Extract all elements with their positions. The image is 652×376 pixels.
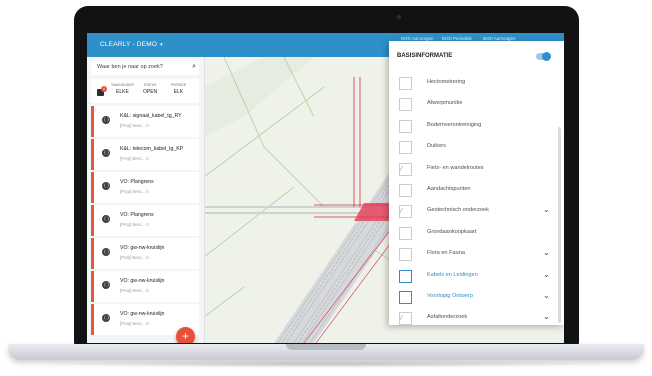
app-screen: CLEARLY - DEMO ▾ BGD Aanvragen BGD Period… [87,33,564,343]
layer-panel: BASISINFORMATIE Hectometrering Afwerpmuni… [389,41,564,328]
layer-label: Flora en Fauna [427,250,465,257]
legend-line-icon: ⁄ [401,315,403,323]
layer-label: Hectometrering [427,79,466,85]
chevron-down-icon[interactable]: ⌄ [543,270,550,279]
item-list: K&L: signaal_kabel_tg_RY [Prop] Besc... 0… [91,106,199,337]
list-item[interactable]: K&L: signaal_kabel_tg_RY [Prop] Besc... 0 [91,106,199,137]
chevron-down-icon[interactable]: ⌄ [543,205,550,214]
search-icon[interactable]: ⌕ [192,63,196,71]
layer-checkbox[interactable]: ⁄ [399,205,412,219]
layer-label: Bodemverontreiniging [427,121,482,128]
layer-label: Aandachtspunten [427,186,471,192]
layer-item[interactable]: ⁄ Fiets- en wandelroutes [399,158,549,179]
layer-label: Fiets- en wandelroutes [427,164,484,171]
filter-icon[interactable]: 0 [97,86,107,96]
camera [397,15,401,19]
filter-bar: 0 TAAKHOUDER ELKE STATUS OPEN PERIODE EL… [91,79,199,103]
layer-label: Grondaankoopkaart [427,228,477,235]
list-item[interactable]: VO: Plangrens [Prop] Besc... 0 [91,172,199,203]
list-item[interactable]: VO: Plangrens [Prop] Besc... 0 [91,205,199,236]
list-item[interactable]: K&L: telecom_kabel_tg_KP [Prop] Besc... 0 [91,139,199,170]
layer-item[interactable]: Afwerpmunitie [399,93,549,114]
laptop-notch [286,344,366,350]
layer-checkbox[interactable] [399,226,412,240]
globe-icon [102,314,110,322]
layer-label: Kabels en Leidingen [427,271,478,278]
layer-label: Afwerpmunitie [427,100,463,107]
globe-icon [102,215,110,223]
scrollbar[interactable] [558,127,561,323]
add-item-button[interactable]: + [176,327,195,343]
layer-item[interactable]: ⁄ Geotechnisch onderzoek ⌄ [399,200,550,221]
app-title[interactable]: CLEARLY - DEMO ▾ [100,41,163,48]
layer-item[interactable]: Kabels en Leidingen ⌄ [399,265,550,286]
layer-checkbox[interactable] [399,141,412,155]
list-item[interactable]: VO: gw-nw-kruislijn [Prop] Besc... 0 [91,271,199,302]
layer-checkbox[interactable]: ⁄ [399,312,412,326]
search-placeholder: Waar ben je naar op zoek? [97,64,163,70]
layer-checkbox[interactable] [399,98,412,112]
chevron-down-icon[interactable]: ⌄ [543,312,550,321]
globe-icon [102,182,110,190]
globe-icon [102,116,110,124]
layer-checkbox[interactable] [399,184,412,197]
layer-panel-title: BASISINFORMATIE [397,53,453,59]
legend-line-icon: ⁄ [401,208,403,216]
filter-status[interactable]: STATUS OPEN [143,83,157,95]
basisinformatie-toggle[interactable] [536,52,551,61]
layer-item[interactable]: Bodemverontreiniging [399,115,549,136]
layer-checkbox[interactable] [399,269,412,283]
layer-label: Duikers [427,143,446,150]
layer-checkbox[interactable] [399,77,412,90]
layer-item[interactable]: ⁄ Asfaltonderzoek ⌄ [399,307,550,328]
list-item[interactable]: VO: gw-nw-kruislijn [Prop] Besc... 0 [91,238,199,269]
layer-checkbox[interactable] [399,119,412,133]
layer-checkbox[interactable] [399,291,412,304]
layer-checkbox[interactable] [399,248,412,262]
layer-item[interactable]: Grondaankoopkaart [399,222,549,243]
sidebar: Waar ben je naar op zoek? ⌕ 0 TAAKHOUDER… [87,57,205,343]
layer-item[interactable]: Flora en Fauna ⌄ [399,243,550,264]
layer-item[interactable]: Voorlopig Ontwerp ⌄ [399,286,550,307]
layer-item[interactable]: Duikers [399,136,549,157]
chevron-down-icon[interactable]: ⌄ [543,291,550,300]
filter-periode[interactable]: PERIODE ELK [171,83,186,95]
globe-icon [102,281,110,289]
notification-badge: 0 [101,86,107,92]
chevron-down-icon[interactable]: ⌄ [543,248,550,257]
layer-item[interactable]: Aandachtspunten [399,179,549,200]
globe-icon [102,149,110,157]
layer-label: Voorlopig Ontwerp [427,293,474,299]
globe-icon [102,248,110,256]
layer-item[interactable]: Hectometrering [399,72,549,93]
legend-line-icon: ⁄ [401,165,403,173]
search-input[interactable]: Waar ben je naar op zoek? ⌕ [91,61,199,75]
laptop-shadow [40,360,612,368]
layer-checkbox[interactable]: ⁄ [399,162,412,176]
filter-taakhouder[interactable]: TAAKHOUDER ELKE [111,83,134,95]
layer-label: Asfaltonderzoek [427,314,468,321]
chevron-down-icon: ▾ [160,42,163,48]
layer-label: Geotechnisch onderzoek [427,207,489,214]
